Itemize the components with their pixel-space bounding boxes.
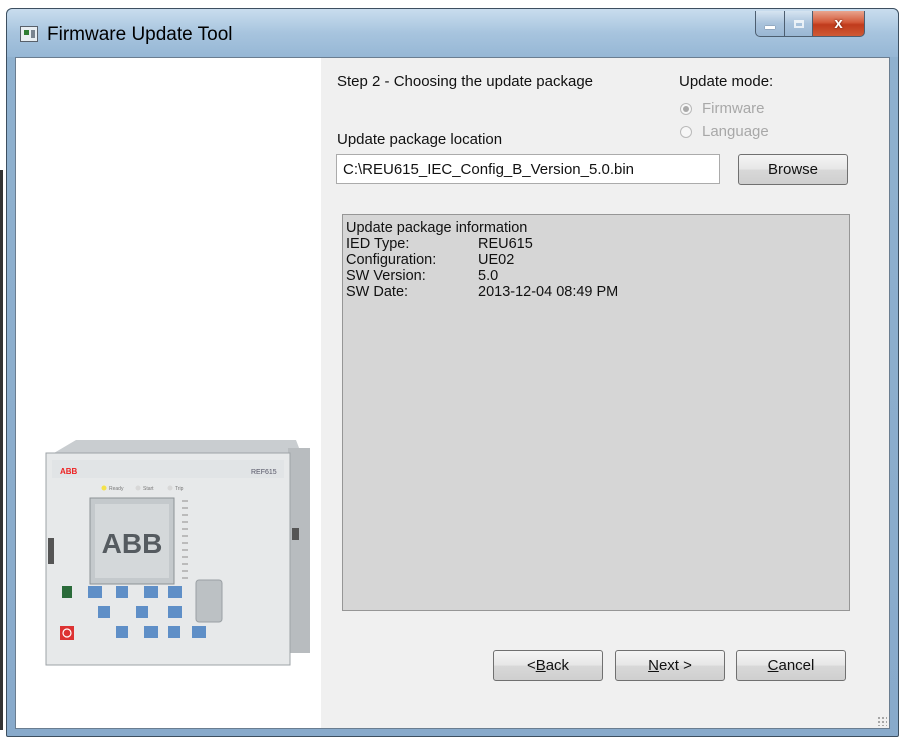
back-button-mnemonic: B <box>535 657 546 674</box>
client-area: ABB REF615 Ready Start Trip ABB Step 2 -… <box>15 57 890 729</box>
configuration-value: UE02 <box>478 252 515 268</box>
radio-firmware-label: Firmware <box>702 100 765 117</box>
device-green-button <box>62 586 72 598</box>
led-ready <box>101 485 107 491</box>
update-mode-label: Update mode: <box>679 73 774 90</box>
wizard-pane: Step 2 - Choosing the update package Upd… <box>321 58 889 728</box>
radio-firmware[interactable]: Firmware <box>680 100 765 117</box>
radio-language-label: Language <box>702 123 769 140</box>
sw-date-key: SW Date: <box>346 284 409 300</box>
cancel-button-rest: ancel <box>778 657 815 674</box>
back-button-rest: ack <box>545 657 570 674</box>
device-top-strip <box>52 460 284 478</box>
package-info-heading: Update package information <box>346 220 528 236</box>
cancel-button-mnemonic: C <box>767 657 779 674</box>
device-latch <box>292 528 299 540</box>
led-label-ready: Ready <box>109 486 124 492</box>
device-model-label: REF615 <box>251 469 277 476</box>
minimize-button[interactable] <box>755 11 785 37</box>
package-path-input[interactable] <box>336 154 720 184</box>
sw-version-value: 5.0 <box>478 268 499 284</box>
device-lcd-logo: ABB <box>102 528 163 559</box>
step-title: Step 2 - Choosing the update package <box>337 73 594 90</box>
sw-date-value: 2013-12-04 08:49 PM <box>478 284 619 300</box>
radio-language[interactable]: Language <box>680 123 769 140</box>
cancel-button[interactable]: Cancel <box>736 650 846 681</box>
app-icon <box>20 26 38 42</box>
device-red-button <box>60 626 74 640</box>
next-button-mnemonic: N <box>648 657 659 674</box>
device-usb-cover <box>195 579 223 623</box>
led-trip <box>167 485 173 491</box>
led-label-start: Start <box>143 486 154 492</box>
package-info-panel: Update package information IED Type: REU… <box>342 214 850 611</box>
relay-device-image: ABB REF615 Ready Start Trip ABB <box>45 440 310 666</box>
device-case-top <box>54 440 301 453</box>
next-button[interactable]: Next > <box>615 650 725 681</box>
ied-type-value: REU615 <box>478 236 533 252</box>
close-button[interactable]: x <box>813 11 865 37</box>
led-start <box>135 485 141 491</box>
radio-selected-icon <box>680 102 692 115</box>
minimize-icon <box>765 26 775 29</box>
browse-button[interactable]: Browse <box>738 154 848 185</box>
main-window: Firmware Update Tool x ABB REF615 Ready … <box>6 8 899 737</box>
device-image-pane: ABB REF615 Ready Start Trip ABB <box>16 58 321 728</box>
window-controls: x <box>755 11 865 37</box>
title-bar[interactable]: Firmware Update Tool x <box>7 9 898 57</box>
maximize-icon <box>793 19 804 28</box>
window-title: Firmware Update Tool <box>47 24 233 45</box>
back-button[interactable]: < Back <box>493 650 603 681</box>
radio-unselected-icon <box>680 125 692 138</box>
ied-type-key: IED Type: <box>346 236 410 252</box>
device-case-side <box>288 448 310 653</box>
configuration-key: Configuration: <box>346 252 437 268</box>
led-label-trip: Trip <box>175 486 184 492</box>
maximize-button[interactable] <box>785 11 813 37</box>
device-brand-small: ABB <box>60 467 78 476</box>
resize-grip[interactable] <box>877 716 887 726</box>
sw-version-key: SW Version: <box>346 268 426 284</box>
background-edge <box>0 170 3 730</box>
next-button-rest: ext > <box>658 657 692 674</box>
package-location-label: Update package location <box>337 131 503 148</box>
device-left-latch <box>48 538 54 564</box>
back-button-prefix: < <box>526 657 536 674</box>
close-icon: x <box>834 15 843 32</box>
